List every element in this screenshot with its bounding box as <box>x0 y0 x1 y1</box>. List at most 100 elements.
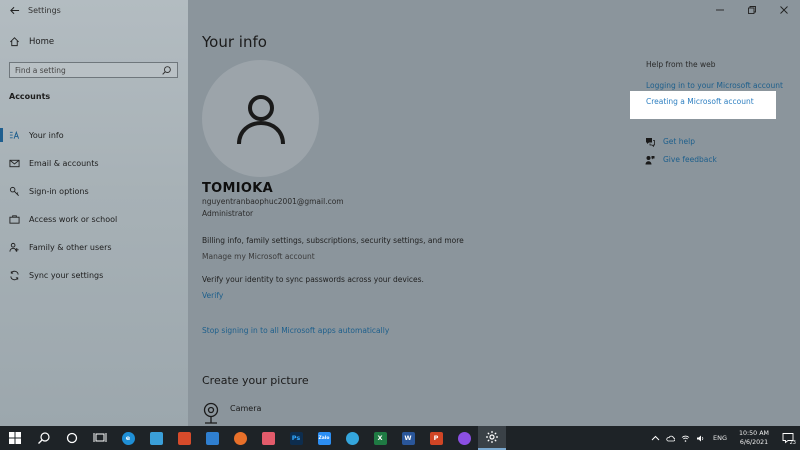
person-icon <box>236 94 285 144</box>
help-link-creating-account[interactable]: Creating a Microsoft account <box>646 97 754 106</box>
tray-onedrive[interactable] <box>663 426 678 450</box>
user-email: nguyentranbaophuc2001@gmail.com <box>202 197 344 206</box>
billing-description: Billing info, family settings, subscript… <box>202 236 464 245</box>
taskbar-app-zalo[interactable]: Zalo <box>310 426 338 450</box>
main-content: Your info TOMIOKA nguyentranbaophuc2001@… <box>188 0 800 426</box>
gear-icon <box>486 431 498 443</box>
taskbar-app-excel[interactable]: X <box>366 426 394 450</box>
taskbar-app-store[interactable] <box>142 426 170 450</box>
get-help-label: Get help <box>663 137 695 146</box>
minimize-button[interactable] <box>704 0 736 20</box>
avatar <box>202 60 319 177</box>
shopping-bag-icon <box>177 431 191 445</box>
taskbar-app-messenger[interactable] <box>450 426 478 450</box>
taskbar-app-powerpoint[interactable]: P <box>422 426 450 450</box>
give-feedback-link[interactable]: Give feedback <box>644 154 717 165</box>
photos-icon <box>261 431 275 445</box>
tray-network[interactable] <box>678 426 693 450</box>
restore-button[interactable] <box>736 0 768 20</box>
help-link-logging-in[interactable]: Logging in to your Microsoft account <box>646 81 783 90</box>
taskbar-app-edge[interactable]: e <box>114 426 142 450</box>
powerpoint-icon: P <box>429 431 443 445</box>
sidebar-section-title: Accounts <box>9 92 51 101</box>
give-feedback-label: Give feedback <box>663 155 717 164</box>
tray-overflow-button[interactable] <box>648 426 663 450</box>
sidebar-item-sync-settings[interactable]: Sync your settings <box>0 261 188 289</box>
sidebar-item-your-info[interactable]: Your info <box>0 121 188 149</box>
clock[interactable]: 10:50 AM 6/6/2021 <box>732 429 776 447</box>
close-icon <box>780 6 788 14</box>
task-view-button[interactable] <box>86 426 114 450</box>
stop-signing-in-link[interactable]: Stop signing in to all Microsoft apps au… <box>202 326 389 335</box>
tray-volume[interactable] <box>693 426 708 450</box>
sidebar-item-sign-in-options[interactable]: Sign-in options <box>0 177 188 205</box>
excel-icon: X <box>373 431 387 445</box>
notification-count: 23 <box>789 440 796 446</box>
page-title: Your info <box>202 33 267 51</box>
sidebar-item-label: Email & accounts <box>29 158 99 168</box>
taskbar-app-firefox[interactable] <box>226 426 254 450</box>
sidebar-item-access-work[interactable]: Access work or school <box>0 205 188 233</box>
speaker-icon <box>696 435 704 441</box>
search-icon <box>38 432 50 444</box>
zalo-icon: Zalo <box>317 431 331 445</box>
photoshop-icon: Ps <box>289 431 303 445</box>
messenger-icon <box>457 431 471 445</box>
app-title: Settings <box>28 5 61 15</box>
back-button[interactable] <box>0 0 28 20</box>
sidebar: Settings Home Accounts Your info Email &… <box>0 0 188 426</box>
firefox-icon <box>233 431 247 445</box>
browser-icon <box>345 431 359 445</box>
briefcase-icon <box>9 214 20 225</box>
sidebar-item-family-users[interactable]: Family & other users <box>0 233 188 261</box>
word-icon: W <box>401 431 415 445</box>
start-button[interactable] <box>0 426 30 450</box>
sidebar-item-email-accounts[interactable]: Email & accounts <box>0 149 188 177</box>
cortana-icon <box>66 432 78 444</box>
get-help-link[interactable]: Get help <box>644 136 695 147</box>
mail-icon <box>205 431 219 445</box>
camera-option[interactable]: Camera <box>202 402 261 428</box>
taskbar-app-microsoft-store[interactable] <box>170 426 198 450</box>
home-icon <box>9 36 20 47</box>
taskbar-app-word[interactable]: W <box>394 426 422 450</box>
verify-description: Verify your identity to sync passwords a… <box>202 275 424 284</box>
create-picture-heading: Create your picture <box>202 374 309 387</box>
taskbar-app-photos[interactable] <box>254 426 282 450</box>
search-button[interactable] <box>30 426 58 450</box>
chevron-up-icon <box>651 435 660 440</box>
close-button[interactable] <box>768 0 800 20</box>
search-box[interactable] <box>9 62 178 78</box>
window-controls <box>704 0 800 20</box>
nav-list: Your info Email & accounts Sign-in optio… <box>0 121 188 289</box>
taskbar-app-settings[interactable] <box>478 426 506 450</box>
search-icon[interactable] <box>161 65 172 76</box>
taskbar-app-mail[interactable] <box>198 426 226 450</box>
taskbar-app-browser[interactable] <box>338 426 366 450</box>
system-tray: ENG 10:50 AM 6/6/2021 23 <box>648 426 800 450</box>
back-arrow-icon <box>9 6 19 14</box>
language-indicator[interactable]: ENG <box>713 434 727 442</box>
restore-icon <box>748 6 756 14</box>
verify-link[interactable]: Verify <box>202 291 223 300</box>
windows-logo-icon <box>9 432 21 444</box>
taskbar-app-photoshop[interactable]: Ps <box>282 426 310 450</box>
sidebar-item-label: Access work or school <box>29 214 118 224</box>
sidebar-item-label: Sync your settings <box>29 270 104 280</box>
manage-account-link[interactable]: Manage my Microsoft account <box>202 252 315 261</box>
task-view-icon <box>93 433 107 442</box>
edge-icon: e <box>121 431 135 445</box>
clock-date: 6/6/2021 <box>739 439 769 446</box>
nav-home[interactable]: Home <box>9 36 54 47</box>
search-input[interactable] <box>15 65 161 75</box>
minimize-icon <box>716 9 724 11</box>
user-name: TOMIOKA <box>202 181 273 196</box>
feedback-icon <box>644 154 655 165</box>
chat-help-icon <box>644 136 655 147</box>
title-bar: Settings <box>0 0 188 20</box>
taskbar: e Ps Zalo X W P ENG 10:50 AM 6/6/2021 23 <box>0 426 800 450</box>
cortana-button[interactable] <box>58 426 86 450</box>
person-card-icon <box>9 130 20 141</box>
action-center-button[interactable]: 23 <box>776 426 800 450</box>
wifi-icon <box>681 435 690 442</box>
